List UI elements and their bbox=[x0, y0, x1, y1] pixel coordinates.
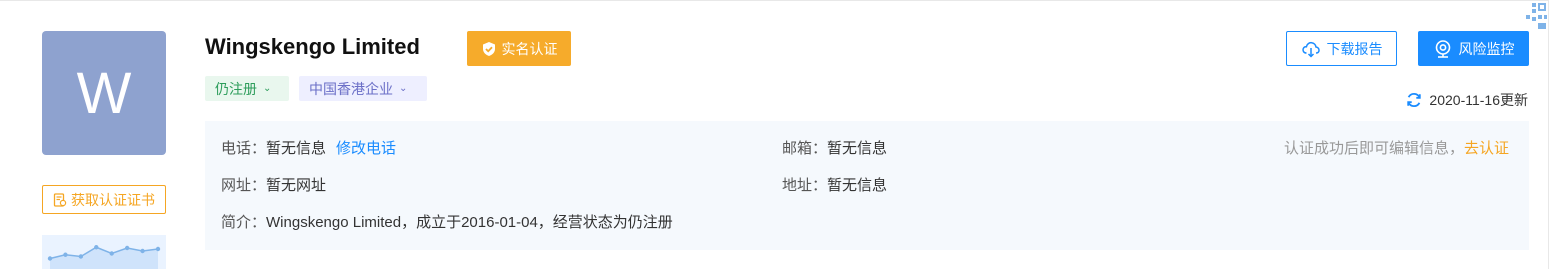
get-certificate-button[interactable]: 获取认证证书 bbox=[42, 185, 166, 214]
company-header-card: W 获取认证证书 Wingskengo Limited 实名认证 仍注册 ⌄ 中… bbox=[0, 0, 1549, 269]
verify-note-text: 认证成功后即可编辑信息， bbox=[1283, 140, 1464, 157]
shield-check-icon bbox=[482, 41, 495, 56]
status-tag-registered[interactable]: 仍注册 ⌄ bbox=[205, 76, 289, 101]
go-verify-link[interactable]: 去认证 bbox=[1464, 140, 1509, 157]
qr-code-icon[interactable] bbox=[1518, 1, 1548, 31]
verified-badge[interactable]: 实名认证 bbox=[467, 31, 571, 66]
webcam-icon bbox=[1435, 39, 1450, 58]
address-label: 地址： bbox=[782, 177, 828, 194]
download-report-label: 下载报告 bbox=[1326, 40, 1383, 57]
verified-badge-label: 实名认证 bbox=[501, 40, 558, 57]
download-report-button[interactable]: 下载报告 bbox=[1286, 31, 1397, 66]
risk-monitor-label: 风险监控 bbox=[1458, 40, 1515, 57]
company-avatar: W bbox=[42, 31, 166, 155]
get-certificate-label: 获取认证证书 bbox=[71, 191, 155, 208]
risk-monitor-button[interactable]: 风险监控 bbox=[1418, 31, 1529, 66]
phone-row: 电话： 暂无信息 修改电话 bbox=[221, 137, 396, 158]
chevron-down-icon: ⌄ bbox=[263, 83, 272, 94]
last-updated-text: 2020-11-16更新 bbox=[1429, 92, 1528, 108]
website-row: 网址： 暂无网址 bbox=[221, 174, 326, 195]
phone-value: 暂无信息 bbox=[266, 140, 327, 157]
avatar-letter: W bbox=[76, 60, 132, 126]
refresh-icon[interactable] bbox=[1405, 91, 1423, 109]
email-value: 暂无信息 bbox=[827, 140, 888, 157]
address-value: 暂无信息 bbox=[827, 177, 888, 194]
activity-sparkline bbox=[42, 235, 166, 269]
edit-phone-link[interactable]: 修改电话 bbox=[336, 137, 396, 158]
verify-note: 认证成功后即可编辑信息，去认证 bbox=[1284, 137, 1509, 158]
website-value: 暂无网址 bbox=[266, 177, 327, 194]
sparkline-point bbox=[47, 256, 53, 261]
sparkline-point bbox=[124, 245, 130, 251]
region-tag-hongkong[interactable]: 中国香港企业 ⌄ bbox=[299, 76, 427, 101]
chevron-down-icon: ⌄ bbox=[399, 83, 408, 94]
sparkline-point bbox=[78, 254, 84, 259]
company-name: Wingskengo Limited bbox=[205, 34, 420, 59]
website-label: 网址： bbox=[221, 177, 267, 194]
sparkline-point bbox=[140, 248, 145, 254]
status-tag-label: 仍注册 bbox=[215, 80, 257, 97]
sparkline-point bbox=[63, 252, 68, 257]
sparkline-point bbox=[155, 246, 161, 252]
email-row: 邮箱： 暂无信息 bbox=[782, 137, 887, 158]
cloud-download-icon bbox=[1301, 41, 1320, 58]
last-updated: 2020-11-16更新 bbox=[1405, 90, 1528, 110]
company-info-panel: 电话： 暂无信息 修改电话 邮箱： 暂无信息 认证成功后即可编辑信息，去认证 网… bbox=[205, 121, 1529, 250]
sparkline-point bbox=[109, 251, 114, 256]
intro-value: Wingskengo Limited，成立于2016-01-04，经营状态为仍注… bbox=[266, 214, 673, 231]
intro-label: 简介： bbox=[221, 214, 267, 231]
address-row: 地址： 暂无信息 bbox=[782, 174, 887, 195]
email-label: 邮箱： bbox=[782, 140, 828, 157]
phone-label: 电话： bbox=[221, 140, 267, 157]
intro-row: 简介： Wingskengo Limited，成立于2016-01-04，经营状… bbox=[221, 211, 673, 232]
certificate-icon bbox=[53, 192, 67, 207]
sparkline-point bbox=[94, 245, 99, 250]
region-tag-label: 中国香港企业 bbox=[309, 80, 393, 97]
